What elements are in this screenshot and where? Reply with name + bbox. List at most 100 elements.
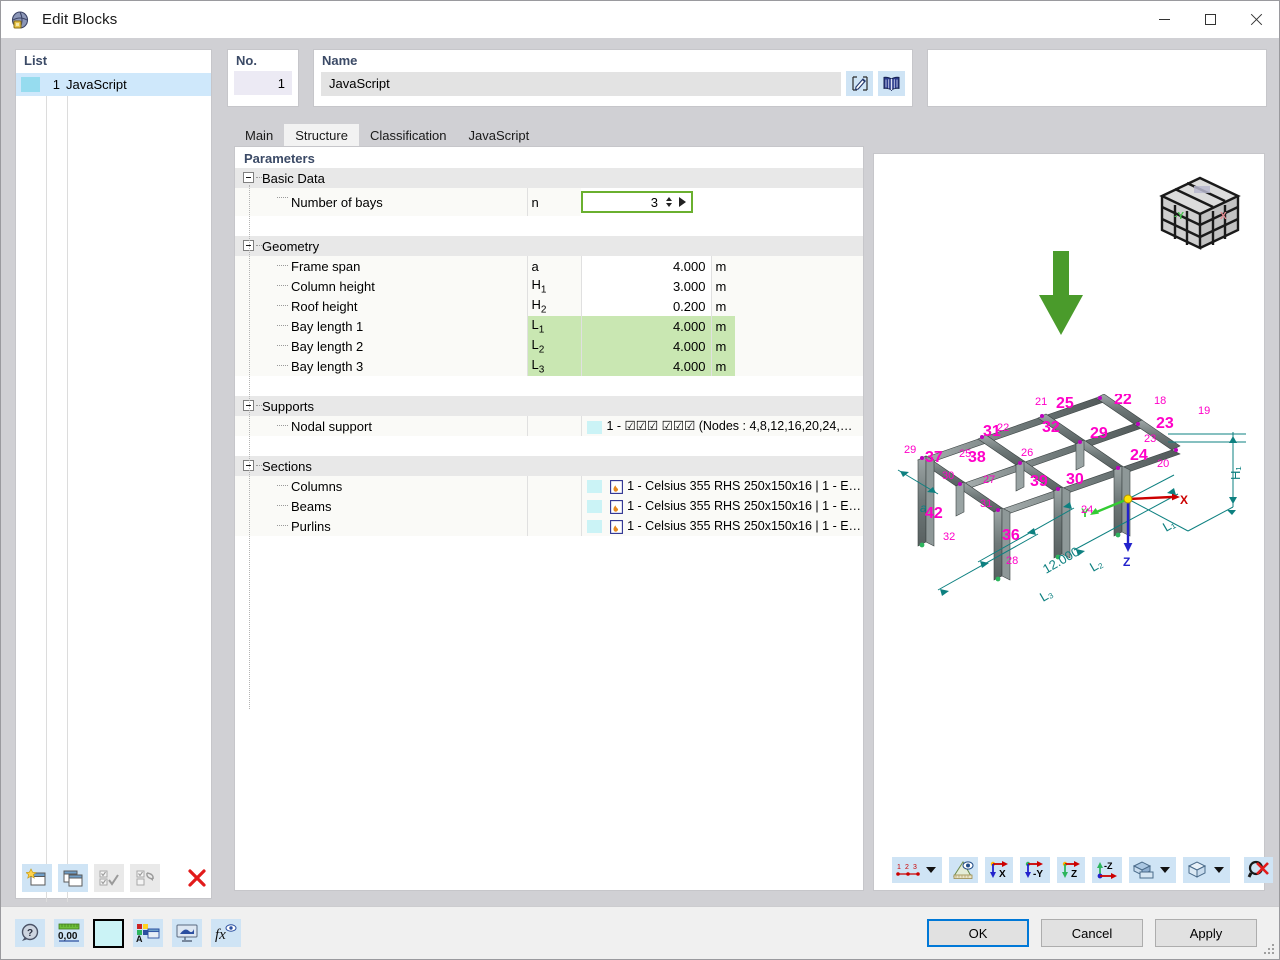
purlins-section-value[interactable]: 1 - Celsius 355 RHS 250x150x16 | 1 - E… bbox=[627, 519, 861, 533]
parameter-value[interactable]: 4.000 bbox=[581, 356, 711, 376]
list-item-number: 1 bbox=[40, 77, 66, 92]
list-rows: 1 JavaScript bbox=[16, 73, 211, 96]
name-input[interactable]: JavaScript bbox=[321, 72, 841, 96]
svg-text:X: X bbox=[1180, 493, 1188, 507]
table-row[interactable]: Number of bays n 3 bbox=[235, 188, 863, 216]
columns-section-value[interactable]: 1 - Celsius 355 RHS 250x150x16 | 1 - E… bbox=[627, 479, 861, 493]
maximize-button[interactable] bbox=[1187, 1, 1233, 38]
info-panel bbox=[927, 49, 1267, 107]
svg-text:fx: fx bbox=[215, 927, 226, 943]
parameter-value[interactable]: 3.000 bbox=[581, 276, 711, 296]
list-column-divider-2 bbox=[67, 96, 68, 902]
navigation-cube[interactable]: -Y X bbox=[1154, 174, 1246, 256]
formula-button[interactable]: fx bbox=[211, 919, 241, 947]
parameter-symbol-subscript: 1 bbox=[541, 284, 547, 295]
table-row[interactable]: Column height H1 3.000 m bbox=[235, 276, 863, 296]
delete-block-button[interactable] bbox=[182, 864, 212, 892]
parameter-symbol-subscript: 3 bbox=[539, 364, 545, 375]
table-row[interactable]: Beams 1 - Celsius 355 RHS 250x150x16 | 1… bbox=[235, 496, 863, 516]
section-row-sections[interactable]: Sections bbox=[235, 456, 863, 476]
section-row-basic-data[interactable]: Basic Data bbox=[235, 168, 863, 188]
reset-zoom-button[interactable] bbox=[1244, 857, 1273, 883]
table-row[interactable]: Bay length 2 L2 4.000 m bbox=[235, 336, 863, 356]
cancel-button[interactable]: Cancel bbox=[1041, 919, 1143, 947]
isometric-view-button[interactable]: -Z bbox=[1092, 857, 1122, 883]
beams-section-value[interactable]: 1 - Celsius 355 RHS 250x150x16 | 1 - E… bbox=[627, 499, 861, 513]
parameter-label: Columns bbox=[291, 479, 342, 494]
collapse-icon[interactable] bbox=[243, 172, 254, 183]
display-style-button[interactable] bbox=[1129, 857, 1176, 883]
model-viewport[interactable]: -Y X bbox=[873, 153, 1265, 891]
svg-text:3: 3 bbox=[913, 864, 917, 871]
table-row[interactable]: Nodal support 1 - ☑☑☑ ☑☑☑ (Nodes : 4,8,1… bbox=[235, 416, 863, 436]
close-button[interactable] bbox=[1233, 1, 1279, 38]
parameter-label: Purlins bbox=[291, 519, 331, 534]
list-item[interactable]: 1 JavaScript bbox=[16, 73, 211, 96]
svg-text:19: 19 bbox=[1198, 405, 1210, 417]
select-all-button[interactable] bbox=[94, 864, 124, 892]
rename-button[interactable] bbox=[846, 71, 873, 96]
name-row: JavaScript bbox=[321, 71, 905, 96]
new-block-button[interactable] bbox=[22, 864, 52, 892]
spinner-updown-icon[interactable] bbox=[662, 197, 675, 207]
parameter-label: Number of bays bbox=[291, 195, 383, 210]
window-controls bbox=[1141, 1, 1279, 38]
structure-model-graphic[interactable]: X Y Z H₁ L₁ L₂ L₃ 12.000 a 17 18 19 21 2… bbox=[878, 394, 1262, 604]
parameter-value[interactable]: 4.000 bbox=[581, 316, 711, 336]
copy-block-button[interactable] bbox=[58, 864, 88, 892]
bottom-bar: ? 0,00 A bbox=[1, 906, 1279, 959]
units-button[interactable]: 0,00 bbox=[54, 919, 84, 947]
chevron-down-icon[interactable] bbox=[926, 867, 936, 873]
library-button[interactable] bbox=[878, 71, 905, 96]
table-row[interactable]: Columns 1 - Celsius 355 RHS 250x150x16 |… bbox=[235, 476, 863, 496]
spinner-expand-icon[interactable] bbox=[679, 197, 686, 207]
chevron-down-icon[interactable] bbox=[1214, 867, 1224, 873]
parameter-value[interactable]: 4.000 bbox=[581, 256, 711, 276]
cross-section-icon bbox=[610, 500, 623, 514]
svg-text:23: 23 bbox=[1156, 415, 1174, 432]
view-in-minus-y-button[interactable]: -Y bbox=[1020, 857, 1050, 883]
resize-grip[interactable] bbox=[1264, 944, 1276, 956]
parameter-label: Beams bbox=[291, 499, 331, 514]
chevron-down-icon[interactable] bbox=[1160, 867, 1170, 873]
parameter-symbol: H bbox=[532, 297, 541, 312]
numbering-button[interactable]: 1 2 3 bbox=[892, 857, 942, 883]
table-row[interactable]: Bay length 3 L3 4.000 m bbox=[235, 356, 863, 376]
graphic-print-button[interactable] bbox=[172, 919, 202, 947]
nodal-support-value[interactable]: 1 - ☑☑☑ ☑☑☑ (Nodes : 4,8,12,16,20,24,… bbox=[607, 419, 853, 433]
display-properties-button[interactable]: A bbox=[133, 919, 163, 947]
parameter-symbol-subscript: 2 bbox=[541, 304, 547, 315]
svg-text:37: 37 bbox=[925, 449, 943, 466]
minimize-button[interactable] bbox=[1141, 1, 1187, 38]
table-row[interactable]: Bay length 1 L1 4.000 m bbox=[235, 316, 863, 336]
section-row-supports[interactable]: Supports bbox=[235, 396, 863, 416]
number-of-bays-spinner[interactable]: 3 bbox=[581, 191, 693, 213]
tab-structure[interactable]: Structure bbox=[284, 124, 359, 146]
section-row-geometry[interactable]: Geometry bbox=[235, 236, 863, 256]
number-value[interactable]: 1 bbox=[234, 71, 292, 95]
invert-selection-button[interactable] bbox=[130, 864, 160, 892]
tab-javascript[interactable]: JavaScript bbox=[458, 124, 541, 146]
color-swatch-button[interactable] bbox=[93, 919, 124, 948]
tab-main[interactable]: Main bbox=[234, 124, 284, 146]
ok-button[interactable]: OK bbox=[927, 919, 1029, 947]
svg-text:L₃: L₃ bbox=[1037, 585, 1055, 604]
navcube-front-label: -Y bbox=[1174, 211, 1184, 222]
window-title: Edit Blocks bbox=[42, 11, 117, 28]
apply-button[interactable]: Apply bbox=[1155, 919, 1257, 947]
number-panel: No. 1 bbox=[227, 49, 299, 107]
parameter-unit: m bbox=[711, 336, 735, 356]
table-row[interactable]: Frame span a 4.000 m bbox=[235, 256, 863, 276]
svg-text:25: 25 bbox=[1056, 395, 1074, 412]
table-row[interactable]: Roof height H2 0.200 m bbox=[235, 296, 863, 316]
table-row[interactable]: Purlins 1 - Celsius 355 RHS 250x150x16 |… bbox=[235, 516, 863, 536]
tab-classification[interactable]: Classification bbox=[359, 124, 458, 146]
model-display-button[interactable] bbox=[1183, 857, 1230, 883]
render-view-button[interactable] bbox=[949, 857, 978, 883]
view-in-z-button[interactable]: Z bbox=[1057, 857, 1085, 883]
svg-text:30: 30 bbox=[942, 470, 954, 482]
parameter-value[interactable]: 4.000 bbox=[581, 336, 711, 356]
help-button[interactable]: ? bbox=[15, 919, 45, 947]
parameter-value[interactable]: 0.200 bbox=[581, 296, 711, 316]
view-in-x-button[interactable]: X bbox=[985, 857, 1013, 883]
